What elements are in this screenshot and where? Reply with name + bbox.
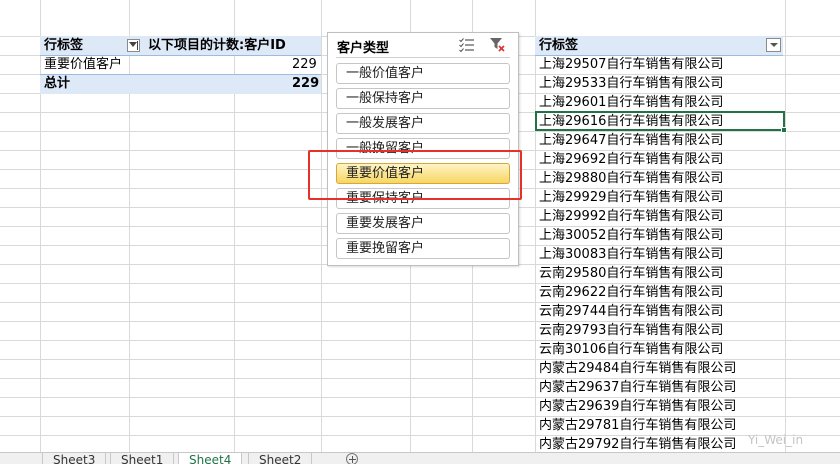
- customer-list-item[interactable]: 云南29622自行车销售有限公司: [539, 283, 723, 302]
- slicer-item[interactable]: 一般保持客户: [336, 88, 510, 109]
- customer-list-item[interactable]: 上海30052自行车销售有限公司: [539, 226, 723, 245]
- slicer-item[interactable]: 重要价值客户: [336, 163, 510, 184]
- customer-list-item[interactable]: 上海29533自行车销售有限公司: [539, 74, 723, 93]
- sheet-tab[interactable]: Sheet4: [178, 453, 243, 464]
- pivot-row-value[interactable]: 229: [292, 55, 317, 74]
- customer-list-item[interactable]: 内蒙古29637自行车销售有限公司: [539, 378, 736, 397]
- customer-list-item[interactable]: 上海29880自行车销售有限公司: [539, 169, 723, 188]
- pivot-total-label[interactable]: 总计: [44, 74, 70, 93]
- slicer-title: 客户类型: [337, 41, 390, 56]
- pivot-row-label[interactable]: 重要价值客户: [44, 55, 122, 74]
- slicer-item[interactable]: 重要发展客户: [336, 213, 510, 234]
- pivot-total-value[interactable]: 229: [292, 74, 319, 93]
- pivot-total-row: [40, 74, 321, 94]
- customer-list-item[interactable]: 云南30106自行车销售有限公司: [539, 340, 723, 359]
- clear-filter-icon[interactable]: [489, 37, 505, 52]
- customer-list-item[interactable]: 上海29929自行车销售有限公司: [539, 188, 723, 207]
- customer-list-header[interactable]: 行标签: [539, 36, 578, 55]
- filter-icon[interactable]: [127, 39, 140, 52]
- customer-list-item[interactable]: 云南29744自行车销售有限公司: [539, 302, 723, 321]
- customer-list-item[interactable]: 内蒙古29484自行车销售有限公司: [539, 359, 736, 378]
- active-cell-outline: [535, 111, 785, 131]
- add-sheet-icon[interactable]: [346, 453, 358, 464]
- sheet-tab[interactable]: Sheet3: [42, 453, 107, 464]
- multi-select-icon[interactable]: [459, 38, 475, 52]
- customer-list-item[interactable]: 上海29692自行车销售有限公司: [539, 150, 723, 169]
- fill-handle[interactable]: [781, 127, 787, 133]
- dropdown-arrow-icon[interactable]: [766, 38, 781, 52]
- slicer-item[interactable]: 一般价值客户: [336, 63, 510, 84]
- slicer-item[interactable]: 重要挽留客户: [336, 238, 510, 259]
- customer-list-item[interactable]: 云南29793自行车销售有限公司: [539, 321, 723, 340]
- sheet-tab[interactable]: Sheet1: [110, 453, 175, 464]
- pivot-value-header[interactable]: 以下项目的计数:客户ID: [148, 36, 286, 55]
- slicer-item[interactable]: 一般发展客户: [336, 113, 510, 134]
- watermark: Yi_Wei_in: [748, 433, 804, 447]
- customer-list-item[interactable]: 内蒙古29781自行车销售有限公司: [539, 416, 736, 435]
- sheet-tab-bar: Sheet3 Sheet1 Sheet4 Sheet2: [0, 452, 840, 464]
- slicer-divider: [336, 57, 510, 58]
- slicer-item[interactable]: 重要保持客户: [336, 188, 510, 209]
- customer-list-item[interactable]: 上海30083自行车销售有限公司: [539, 245, 723, 264]
- customer-list-item[interactable]: 上海29601自行车销售有限公司: [539, 93, 723, 112]
- sheet-tab[interactable]: Sheet2: [248, 453, 313, 464]
- customer-list-item[interactable]: 内蒙古29792自行车销售有限公司: [539, 435, 736, 452]
- pivot-row-labels-header[interactable]: 行标签: [44, 36, 83, 55]
- customer-list-item[interactable]: 上海29507自行车销售有限公司: [539, 55, 723, 74]
- customer-list-item[interactable]: 云南29580自行车销售有限公司: [539, 264, 723, 283]
- slicer-item[interactable]: 一般挽留客户: [336, 138, 510, 159]
- customer-list-item[interactable]: 上海29992自行车销售有限公司: [539, 207, 723, 226]
- customer-list-item[interactable]: 内蒙古29639自行车销售有限公司: [539, 397, 736, 416]
- slicer-customer-type[interactable]: 客户类型 一般价值客户 一般保持客户 一般发展客户 一般挽留客户 重要价值客户 重要保持客…: [327, 32, 519, 266]
- customer-list-item[interactable]: 上海29647自行车销售有限公司: [539, 131, 723, 150]
